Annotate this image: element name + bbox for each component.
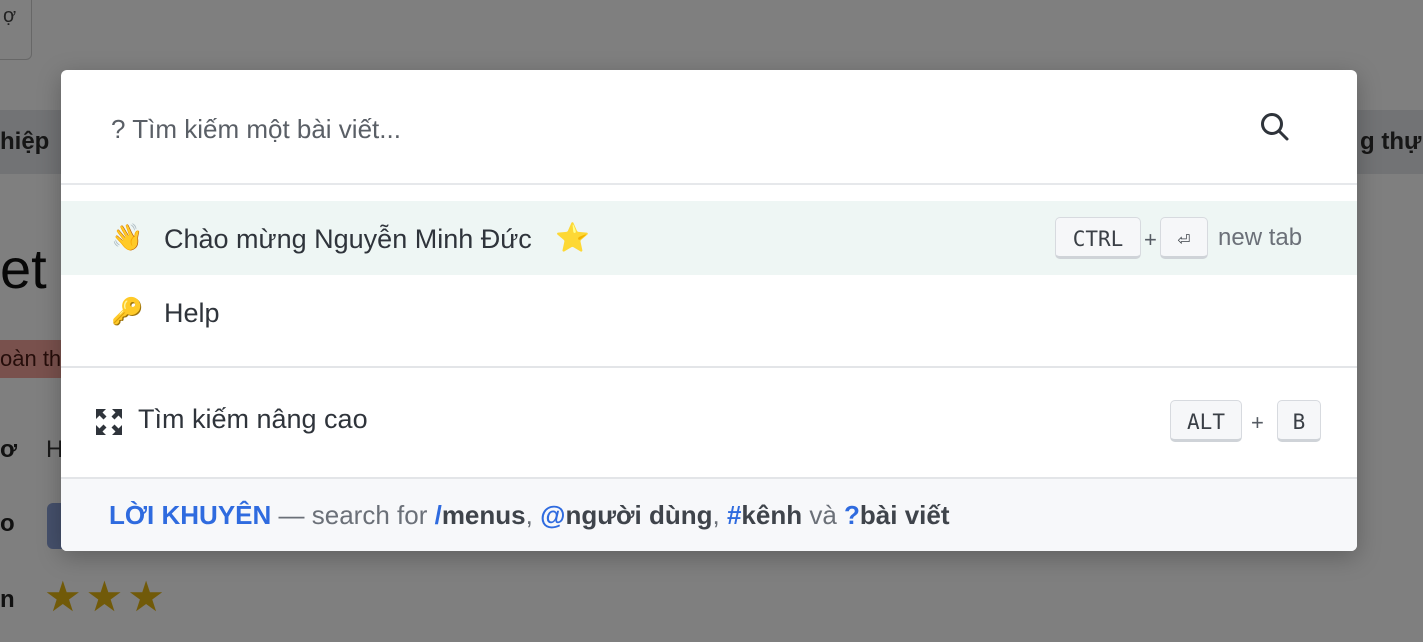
kbd-enter: ⏎ — [1160, 217, 1208, 259]
advanced-search-item[interactable]: Tìm kiếm nâng cao ALT + B — [61, 368, 1357, 476]
tip-prefix: # — [726, 500, 742, 530]
tip-word: menus — [441, 500, 526, 530]
tip-intro: — search for — [271, 500, 435, 530]
kbd-b: B — [1277, 400, 1321, 442]
tip-separator: , — [712, 500, 727, 530]
tip-and: và — [802, 500, 845, 530]
kbd-ctrl: CTRL — [1055, 217, 1141, 259]
search-modal: 👋 Chào mừng Nguyễn Minh Đức ⭐ CTRL + ⏎ n… — [61, 70, 1357, 551]
tip-bar: LỜI KHUYÊN — search for /menus, @người d… — [61, 477, 1357, 551]
key-icon: 🔑 — [111, 297, 144, 327]
new-tab-hint: new tab — [1218, 224, 1303, 251]
kbd-plus: + — [1144, 227, 1157, 252]
tip-word: bài viết — [859, 500, 950, 530]
search-input[interactable] — [109, 104, 1263, 154]
star-icon: ⭐ — [555, 221, 590, 254]
tip-word: kênh — [741, 500, 803, 530]
advanced-search-label: Tìm kiếm nâng cao — [138, 404, 368, 434]
result-item-help[interactable]: 🔑 Help — [61, 275, 1357, 349]
result-label: Chào mừng Nguyễn Minh Đức — [164, 224, 532, 254]
kbd-plus: + — [1251, 410, 1264, 435]
tip-word: người dùng — [565, 500, 713, 530]
kbd-alt: ALT — [1170, 400, 1242, 442]
result-item-welcome[interactable]: 👋 Chào mừng Nguyễn Minh Đức ⭐ CTRL + ⏎ n… — [61, 201, 1357, 275]
search-icon[interactable] — [1258, 110, 1292, 144]
tip-title: LỜI KHUYÊN — [109, 500, 272, 530]
result-label: Help — [164, 298, 220, 328]
tip-prefix: / — [434, 500, 442, 530]
tip-prefix: @ — [540, 500, 566, 530]
tip-separator: , — [525, 500, 541, 530]
tip-prefix: ? — [844, 500, 860, 530]
search-bar — [61, 70, 1357, 185]
expand-arrows-icon — [96, 409, 122, 435]
waving-hand-icon: 👋 — [111, 223, 144, 253]
